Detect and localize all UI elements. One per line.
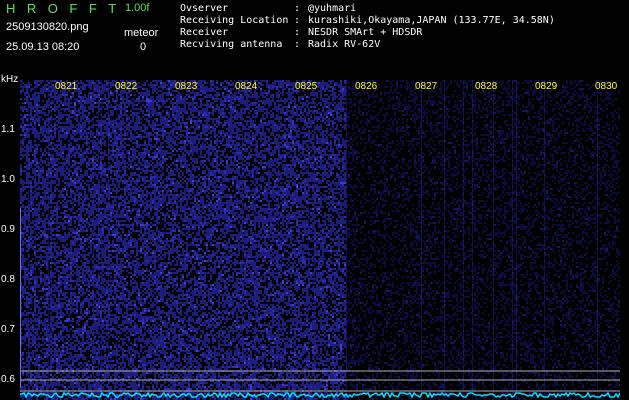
spectrogram-band	[493, 80, 494, 400]
spectrogram-waterfall	[20, 80, 620, 400]
spectrogram-band	[512, 80, 513, 400]
spectrogram-band	[463, 80, 464, 400]
spectrogram-canvas	[20, 80, 620, 400]
spectrogram-band	[472, 80, 473, 400]
spectrogram-band	[314, 80, 315, 400]
info-separator: :	[294, 27, 308, 38]
info-value: kurashiki,Okayama,JAPAN (133.77E, 34.58N…	[308, 15, 555, 26]
freq-tick-label: 0.8	[1, 274, 15, 285]
info-row-observer: Ovserver: @yuhmari	[180, 3, 356, 14]
spectrogram-band	[51, 80, 52, 400]
freq-tick-label: 1.1	[1, 124, 15, 135]
info-key: Ovserver	[180, 3, 294, 14]
time-tick-label: 0828	[475, 81, 497, 92]
time-tick-label: 0826	[355, 81, 377, 92]
app-title: HROFFT	[6, 1, 128, 16]
spectrogram-band	[516, 80, 517, 400]
frequency-unit-label: kHz	[1, 74, 18, 85]
time-tick-label: 0823	[175, 81, 197, 92]
time-tick-label: 0827	[415, 81, 437, 92]
spectrogram-band	[255, 80, 256, 400]
time-tick-label: 0825	[295, 81, 317, 92]
freq-tick-label: 0.7	[1, 324, 15, 335]
info-separator: :	[294, 3, 308, 14]
info-row-antenna: Recviving antenna: Radix RV-62V	[180, 39, 380, 50]
info-separator: :	[294, 39, 308, 50]
spectrogram-band	[308, 80, 309, 400]
info-value: Radix RV-62V	[308, 39, 380, 50]
info-key: Receiver	[180, 27, 294, 38]
meteor-count-label: meteor	[124, 27, 158, 39]
info-key: Recviving antenna	[180, 39, 294, 50]
spectrogram-band	[93, 80, 94, 400]
capture-timestamp: 25.09.13 08:20	[6, 41, 79, 53]
spectrogram-band	[48, 80, 49, 400]
spectrogram-band	[108, 80, 109, 400]
meteor-count-value: 0	[140, 41, 146, 53]
time-tick-label: 0822	[115, 81, 137, 92]
spectrogram-band	[597, 80, 598, 400]
info-value: NESDR SMArt + HDSDR	[308, 27, 422, 38]
image-filename: 2509130820.png	[6, 21, 89, 33]
spectrogram-band	[444, 80, 445, 400]
spectrogram-band	[35, 80, 36, 400]
info-row-receiver: Receiver: NESDR SMArt + HDSDR	[180, 27, 422, 38]
spectrogram-band	[278, 80, 279, 400]
time-tick-label: 0824	[235, 81, 257, 92]
freq-tick-label: 0.9	[1, 224, 15, 235]
spectrogram-band	[28, 80, 29, 400]
spectrogram-band	[98, 80, 99, 400]
time-tick-label: 0829	[535, 81, 557, 92]
spectrogram-band	[544, 80, 545, 400]
spectrogram-band	[346, 80, 347, 400]
time-tick-label: 0821	[55, 81, 77, 92]
freq-tick-label: 1.0	[1, 174, 15, 185]
app-version: 1.00f	[125, 2, 149, 14]
info-key: Receiving Location	[180, 15, 294, 26]
info-value: @yuhmari	[308, 3, 356, 14]
info-separator: :	[294, 15, 308, 26]
spectrogram-band	[242, 80, 243, 400]
spectrogram-band	[116, 80, 117, 400]
info-row-location: Receiving Location: kurashiki,Okayama,JAP…	[180, 15, 555, 26]
freq-tick-label: 0.6	[1, 374, 15, 385]
time-tick-label: 0830	[595, 81, 617, 92]
spectrogram-band	[101, 80, 102, 400]
axis-edge	[20, 208, 21, 388]
spectrogram-band	[421, 80, 422, 400]
